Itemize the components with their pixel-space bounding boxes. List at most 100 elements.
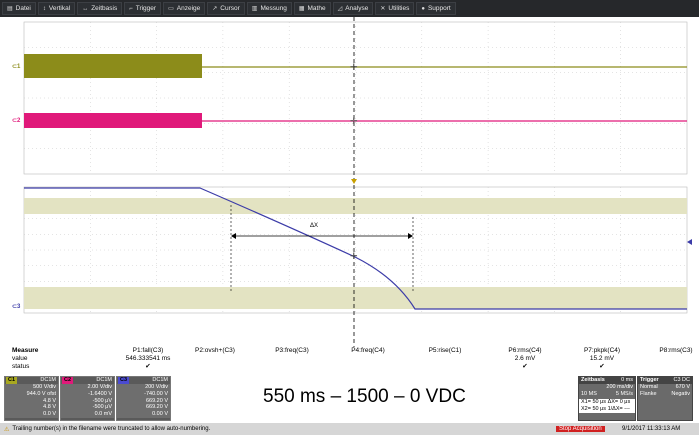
cursor-idx-value: ---	[624, 405, 630, 412]
cursor-dx-label: ΔX=	[607, 399, 619, 405]
measure-status: ✔	[599, 363, 605, 370]
measure-name: P4:freq(C4)	[351, 347, 385, 354]
channel-coupling: DC1M	[96, 377, 112, 383]
trigger-title: Trigger	[640, 377, 659, 383]
trace-band-top	[24, 198, 687, 214]
measure-param[interactable]: P6:rms(C4) 2.6 mV ✔	[485, 347, 565, 371]
trigger-edge: Flanke	[640, 390, 657, 397]
measure-value	[252, 355, 332, 363]
channel-tag: C3	[118, 377, 130, 384]
measure-status: ✔	[522, 363, 528, 370]
menu-bar: ▤ Datei ↕ Vertikal ↔ Zeitbasis ⌐ Trigger ▭ Anzeig…	[0, 0, 699, 17]
channel-value: -1.6400 V	[88, 390, 112, 397]
cursor-x1-label: X1=	[581, 399, 591, 405]
status-message: Trailing number(s) in the filename were …	[12, 426, 211, 432]
measure-name: P5:rise(C1)	[428, 347, 462, 354]
timebase-samples: 10 MS	[581, 390, 597, 397]
cursor-icon: ↗	[212, 6, 218, 12]
measure-value	[636, 355, 699, 363]
measure-status	[405, 363, 485, 371]
menu-trigger[interactable]: ⌐ Trigger	[124, 2, 162, 15]
measure-value: 15.2 mV	[589, 355, 615, 362]
waveform-canvas: ΔX ✛ ✛ ✛	[23, 17, 692, 347]
measure-name: P8:rms(C3)	[659, 347, 693, 354]
vertical-icon: ↕	[42, 5, 46, 12]
channel-value: 0.0 V	[43, 411, 56, 418]
trigger-icon: ⌐	[129, 5, 133, 12]
menu-label: Support	[427, 5, 451, 12]
measure-param[interactable]: P4:freq(C4)	[328, 347, 408, 371]
menu-label: Messung	[260, 5, 287, 12]
timebase-panel[interactable]: Zeitbasis 0 ms 200 ms/div 10 MS 5 MS/s X…	[578, 376, 636, 421]
menu-analyse[interactable]: ◿ Analyse	[332, 2, 374, 15]
channel-coupling: DC1M	[40, 377, 56, 383]
channel-value: 0.0 mV	[94, 411, 112, 418]
cursor-label: ΔX	[310, 223, 318, 229]
menu-datei[interactable]: ▤ Datei	[2, 2, 36, 15]
c3-ground-marker[interactable]: ⊂3	[12, 303, 20, 310]
channel-value: -740.00 V	[144, 390, 168, 397]
measure-name: P6:rms(C4)	[508, 347, 542, 354]
menu-cursor[interactable]: ↗ Cursor	[207, 2, 245, 15]
channel-value: -500 μV	[92, 404, 112, 411]
measure-value	[405, 355, 485, 363]
measure-name: P7:pkpk(C4)	[583, 347, 621, 354]
cursor-cross-3: ✛	[350, 251, 358, 261]
menu-support[interactable]: ● Support	[416, 2, 456, 15]
measure-param[interactable]: P3:freq(C3)	[252, 347, 332, 371]
measure-param[interactable]: P8:rms(C3)	[636, 347, 699, 371]
channel-panel-c2[interactable]: C2 DC1M 2.00 V/div -1.6400 V -500 μV -500 μV 0…	[60, 376, 115, 421]
c2-ground-marker[interactable]: ⊂2	[12, 117, 20, 124]
cursor-x2-value: 50 μs	[592, 405, 607, 412]
trigger-panel[interactable]: Trigger C3 DC Normal 670 V Flanke Negati…	[637, 376, 693, 421]
measure-name: P3:freq(C3)	[275, 347, 309, 354]
measurement-table: Measure value status P1:fall(C3) 546.333541 …	[0, 347, 699, 375]
acquisition-status[interactable]: Stop Acquisition	[556, 426, 605, 432]
measure-name: P2:ovsh+(C3)	[195, 347, 235, 354]
measure-value: 2.6 mV	[514, 355, 536, 362]
measure-status	[636, 363, 699, 371]
measure-row-0: Measure	[12, 347, 39, 354]
channel-value: -500 μV	[92, 397, 112, 404]
measure-row-1: value	[12, 355, 28, 362]
measure-status	[175, 363, 255, 371]
menu-label: Zeitbasis	[91, 5, 118, 12]
delta-arrow-right-head	[408, 233, 413, 239]
menu-label: Utilities	[388, 5, 410, 12]
cursor-idx-label: 1/ΔX=	[607, 405, 623, 412]
status-datetime: 9/1/2017 11:33:13 AM	[622, 426, 681, 432]
channel-value: 4.8 V	[43, 404, 56, 411]
menu-anzeige[interactable]: ▭ Anzeige	[163, 2, 206, 15]
measure-param[interactable]: P7:pkpk(C4) 15.2 mV ✔	[562, 347, 642, 371]
timebase-srate: 5 MS/s	[615, 390, 633, 397]
scope-display: ΔX ✛ ✛ ✛ ⊂1 ⊂2 ⊂3	[0, 17, 699, 347]
c1-ground-marker[interactable]: ⊂1	[12, 63, 20, 70]
measure-row-2: status	[12, 363, 30, 370]
menu-zeitbasis[interactable]: ↔ Zeitbasis	[77, 2, 123, 15]
timebase-title: Zeitbasis	[581, 377, 605, 383]
menu-messung[interactable]: ▥ Messung	[246, 2, 292, 15]
channel-tag: C1	[6, 377, 18, 384]
grid-upper	[23, 21, 688, 175]
measure-param[interactable]: P2:ovsh+(C3)	[175, 347, 255, 371]
channel-panel-c3[interactable]: C3 DC1M 200 V/div -740.00 V 669.20 V 669.20 V…	[116, 376, 171, 421]
trigger-channel: C3 DC	[673, 377, 690, 383]
channel-value: 4.8 V	[43, 397, 56, 404]
channel-coupling: DC1M	[152, 377, 168, 383]
menu-label: Vertikal	[48, 5, 71, 12]
utilities-icon: ✕	[380, 6, 386, 12]
trigger-level-marker[interactable]	[687, 239, 692, 245]
measure-param[interactable]: P5:rise(C1)	[405, 347, 485, 371]
menu-mathe[interactable]: ▦ Mathe	[293, 2, 331, 15]
status-bar: ⚠ Trailing number(s) in the filename wer…	[0, 423, 699, 435]
menu-utilities[interactable]: ✕ Utilities	[375, 2, 415, 15]
cursor-cross-2: ✛	[350, 116, 358, 126]
support-icon: ●	[421, 5, 425, 12]
measure-value	[175, 355, 255, 363]
channel-panel-c1[interactable]: C1 DC1M 500 V/div 944.0 V ofst 4.8 V 4.8 V 0.0…	[4, 376, 59, 421]
trace-band-bottom	[24, 287, 687, 309]
cursor-x2-label: X2=	[581, 405, 591, 412]
cursor-x1-value: 50 μs	[592, 399, 607, 405]
measure-value	[328, 355, 408, 363]
menu-vertikal[interactable]: ↕ Vertikal	[37, 2, 76, 15]
